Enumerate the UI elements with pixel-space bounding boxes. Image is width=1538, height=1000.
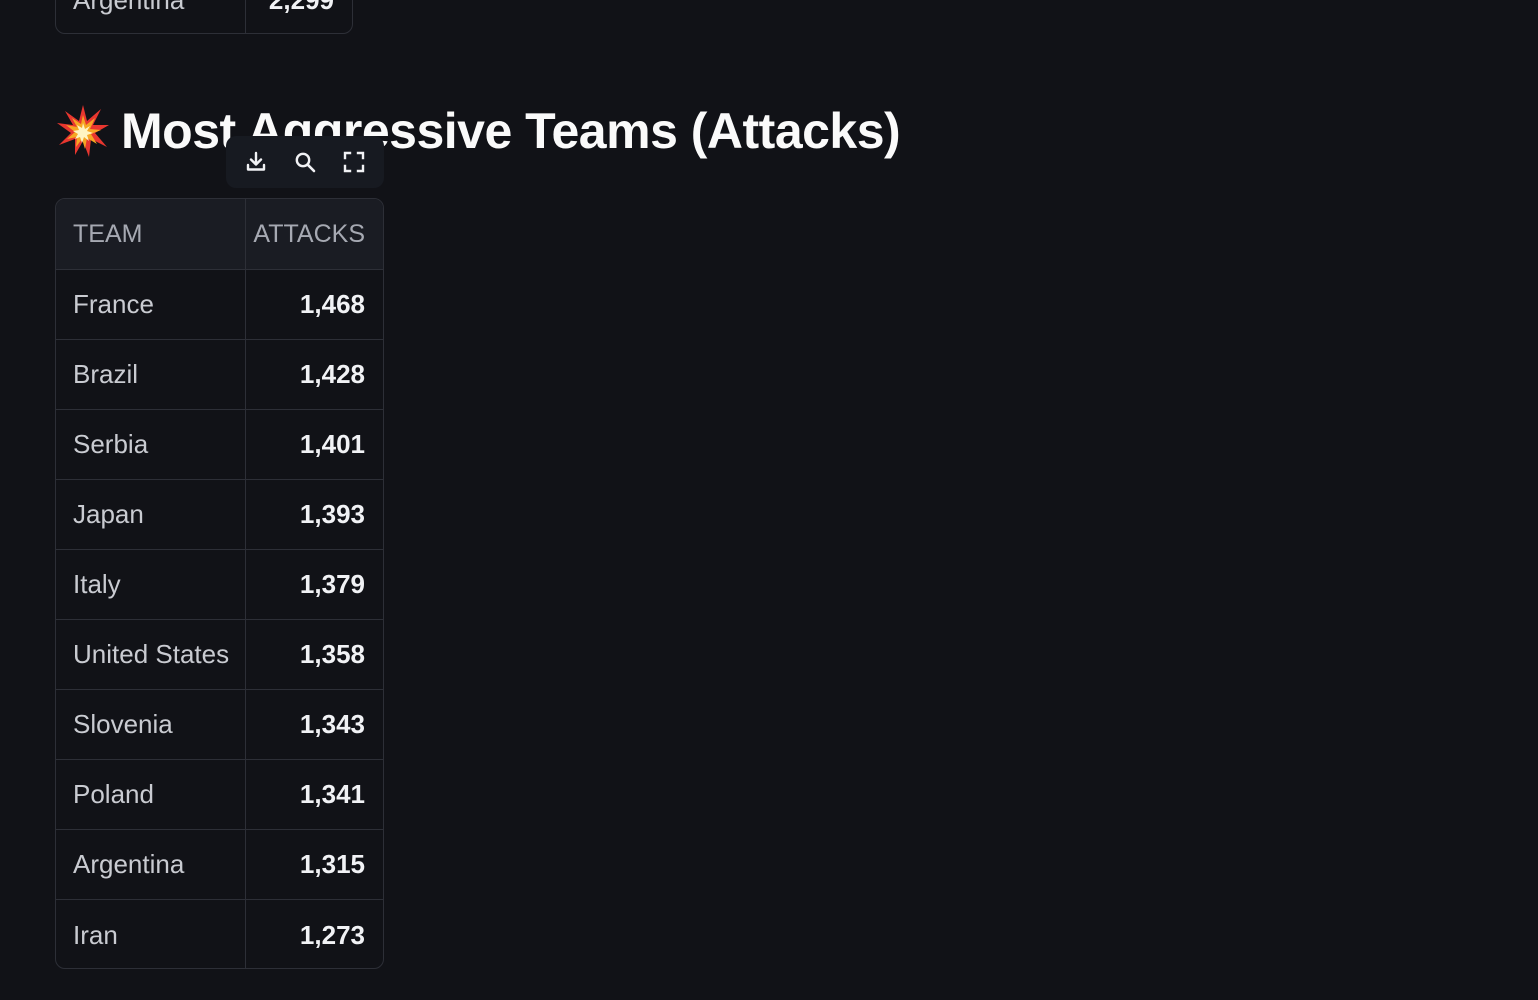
attacks-cell: 1,343 (299, 709, 365, 739)
fullscreen-icon (343, 151, 364, 173)
attacks-cell: 1,341 (299, 779, 365, 809)
column-header-attacks[interactable]: ATTACKS (246, 199, 383, 269)
collision-emoji-icon (55, 103, 111, 159)
team-cell: Serbia (56, 410, 246, 479)
team-cell: United States (56, 620, 246, 689)
previous-table-value-cell: 2,299 (246, 0, 352, 33)
team-cell: Slovenia (56, 690, 246, 759)
table-row[interactable]: Argentina 1,315 (56, 830, 383, 900)
previous-table-team-cell: Argentina (56, 0, 246, 33)
previous-table-last-row: Argentina 2,299 (55, 0, 353, 34)
attacks-cell: 1,273 (299, 919, 365, 950)
table-row[interactable]: Serbia 1,401 (56, 410, 383, 480)
table-toolbar (226, 136, 384, 188)
attacks-cell: 1,401 (299, 429, 365, 459)
team-cell: Brazil (56, 340, 246, 409)
section-heading: Most Aggressive Teams (Attacks) (55, 98, 901, 164)
team-cell: Japan (56, 480, 246, 549)
download-icon (247, 151, 266, 171)
fullscreen-button[interactable] (334, 142, 374, 182)
attacks-cell: 1,468 (299, 289, 365, 319)
search-button[interactable] (285, 142, 325, 182)
table-row[interactable]: Poland 1,341 (56, 760, 383, 830)
team-cell: Italy (56, 550, 246, 619)
team-cell: Iran (56, 900, 246, 968)
team-cell: France (56, 270, 246, 339)
table-row[interactable]: United States 1,358 (56, 620, 383, 690)
attacks-cell: 1,315 (299, 849, 365, 879)
attacks-cell: 1,428 (299, 359, 365, 389)
attacks-cell: 1,358 (299, 639, 365, 669)
table-row[interactable]: Slovenia 1,343 (56, 690, 383, 760)
table-row[interactable]: Brazil 1,428 (56, 340, 383, 410)
table-row[interactable]: France 1,468 (56, 270, 383, 340)
table-header-row: TEAM ATTACKS (56, 199, 383, 270)
attacks-cell: 1,379 (299, 569, 365, 599)
search-icon (295, 152, 316, 173)
attacks-table[interactable]: TEAM ATTACKS France 1,468 Brazil 1,428 S… (55, 198, 384, 969)
download-button[interactable] (236, 142, 276, 182)
attacks-cell: 1,393 (299, 499, 365, 529)
table-row[interactable]: Iran 1,273 (56, 900, 383, 968)
table-row[interactable]: Italy 1,379 (56, 550, 383, 620)
team-cell: Argentina (56, 830, 246, 899)
table-row[interactable]: Japan 1,393 (56, 480, 383, 550)
team-cell: Poland (56, 760, 246, 829)
column-header-team[interactable]: TEAM (56, 199, 246, 269)
